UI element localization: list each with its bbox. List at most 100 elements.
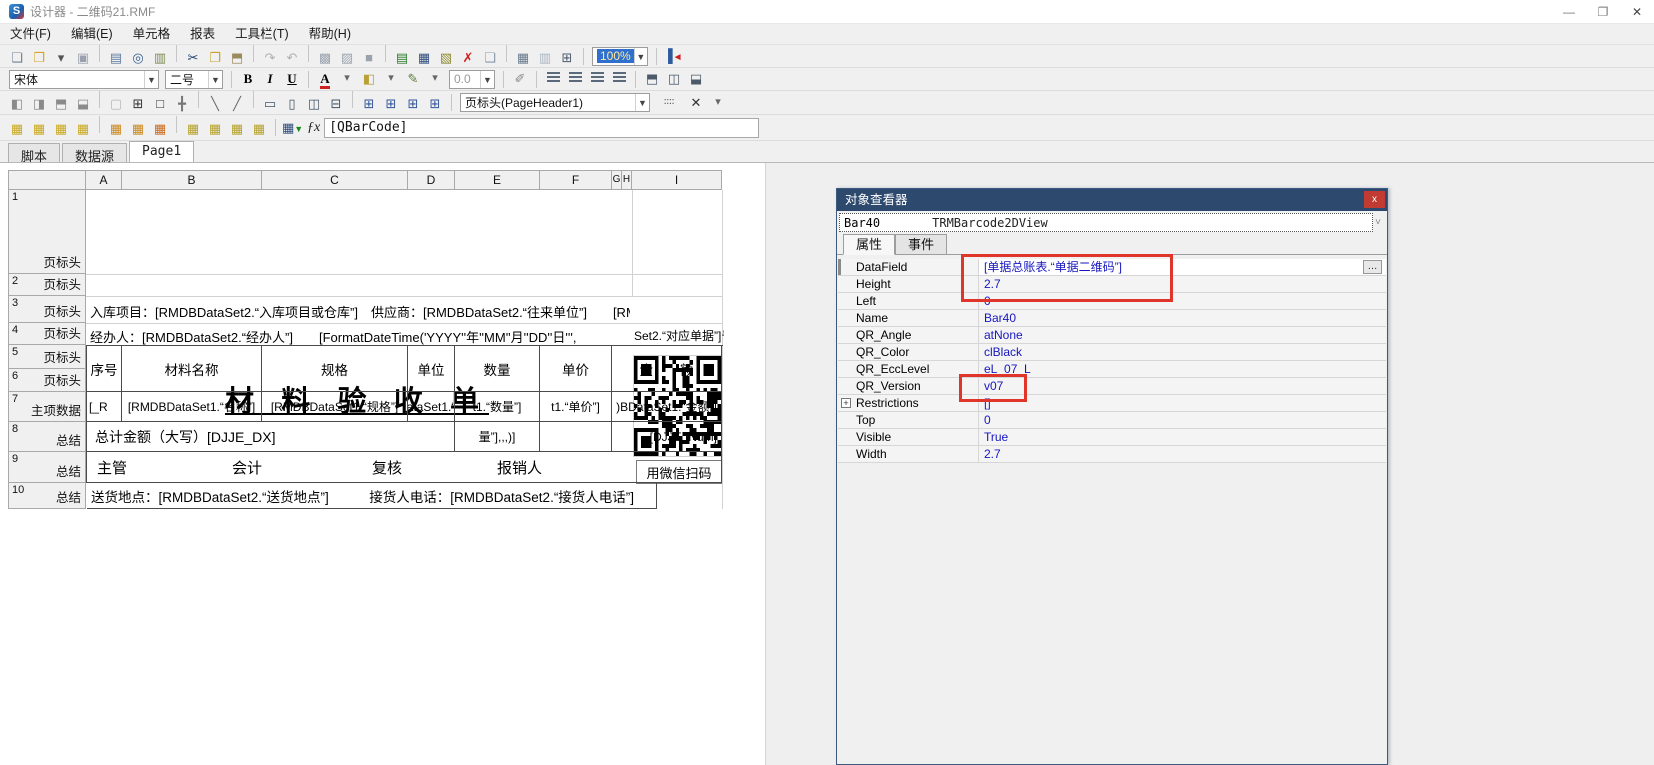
save-icon[interactable]: ▣ [73,48,93,68]
menu-item[interactable]: 编辑(E) [61,24,123,45]
border-right-icon[interactable]: ◨ [29,94,49,114]
signature-row[interactable]: 主管 会计 复核 报销人 [87,452,722,483]
band-append-icon[interactable]: ▦ [249,119,269,139]
data-cell[interactable]: t1.“单价”] [540,392,612,422]
sign-label[interactable]: 会计 [232,457,262,478]
maximize-button[interactable]: ❐ [1586,1,1620,23]
expand-icon[interactable]: + [841,398,851,408]
property-row[interactable]: +Restrictions []… [838,395,1386,412]
band-row-1[interactable]: 1页标头 [8,190,86,274]
line-color-dropdown-icon[interactable]: ▾ [425,69,445,89]
data-cell[interactable]: [_R [87,392,122,422]
fill-color-icon[interactable]: ◧ [359,69,379,89]
header-cell-amount[interactable]: 金 额 [612,346,722,392]
delete-cell-icon[interactable]: ▦ [150,119,170,139]
align-justify-icon[interactable] [609,69,629,89]
sign-label[interactable]: 复核 [372,457,402,478]
border-none-icon[interactable]: ▢ [106,94,126,114]
open-dropdown-icon[interactable]: ▾ [51,48,71,68]
border-all-icon[interactable]: ⊞ [128,94,148,114]
grid-corner[interactable] [8,170,86,190]
border-bottom-icon[interactable]: ⬓ [73,94,93,114]
column-header-h[interactable]: H [622,170,632,190]
chevron-down-icon[interactable]: ˅ [1371,213,1385,232]
line-color-icon[interactable]: ✎ [403,69,423,89]
border-inner-icon[interactable]: ╋ [172,94,192,114]
property-row[interactable]: +QR_Angle atNone… [838,327,1386,344]
split-horizontal-icon[interactable]: ◫ [304,94,324,114]
border-outer-icon[interactable]: □ [150,94,170,114]
delivery-row[interactable]: 送货地点：[RMDBDataSet2.“送货地点”] 接货人电话：[RMDBDa… [87,483,657,509]
italic-button[interactable]: I [260,69,280,89]
add-column-icon[interactable]: ⊞ [403,94,423,114]
insert-cell-left-icon[interactable]: ⊞ [359,94,379,114]
more-options-icon[interactable]: ▾ [708,93,728,113]
sign-label[interactable]: 报销人 [497,457,542,478]
open-icon[interactable]: ❐ [29,48,49,68]
data-cell[interactable]: ataSet1.“ [408,392,455,422]
align-right-icon[interactable] [587,69,607,89]
send-backward-icon[interactable]: ▩ [315,48,335,68]
merge-horizontal-icon[interactable]: ▭ [260,94,280,114]
summary-cell-total-caps[interactable]: 总计金额（大写）[DJJE_DX] [87,422,455,452]
minimize-button[interactable]: — [1552,1,1586,23]
header-cell-qty[interactable]: 数量 [455,346,540,392]
report-row4-right-text[interactable]: Set2.“对应单据”]号 [634,327,724,344]
snap-grid-icon[interactable]: ▥ [535,48,555,68]
band-row-7[interactable]: 7主项数据 [8,392,86,422]
align-left-icon[interactable] [543,69,563,89]
print-preview-icon[interactable]: ◎ [128,48,148,68]
column-header-f[interactable]: F [540,170,612,190]
data-cell[interactable]: [RMDBDataSet1.“名称”] [122,392,262,422]
delete-band-button[interactable]: ✕ [686,93,706,113]
tab-properties[interactable]: 属性 [843,234,895,255]
font-size-select[interactable]: 二号 ▼ [165,70,223,89]
paste-icon[interactable]: ⬒ [227,48,247,68]
insert-table-icon[interactable]: ▦ [414,48,434,68]
insert-row-below-icon[interactable]: ▦ [29,119,49,139]
spacing-select[interactable]: 0.0 ▼ [449,70,495,89]
show-grid-icon[interactable]: ▦ [513,48,533,68]
property-row[interactable]: +Visible True… [838,429,1386,446]
menu-item[interactable]: 帮助(H) [299,24,361,45]
property-row[interactable]: +Top 0… [838,412,1386,429]
ellipsis-button[interactable]: … [1363,260,1382,274]
report-row3-text[interactable]: 入库项目：[RMDBDataSet2.“入库项目或仓库”] 供应商：[RMDBD… [90,302,630,321]
header-cell-unit[interactable]: 单位 [408,346,455,392]
font-color-dropdown-icon[interactable]: ▾ [337,69,357,89]
report-row4-text[interactable]: 经办人：[RMDBDataSet2.“经办人”] [FormatDateTime… [90,327,630,346]
header-cell-spec[interactable]: 规格 [262,346,408,392]
undo-icon[interactable]: ↶ [282,48,302,68]
band-row-2[interactable]: 2页标头 [8,274,86,296]
blank-page-icon[interactable]: ❏ [480,48,500,68]
inspector-title-bar[interactable]: 对象查看器 [837,189,1387,211]
delete-col-icon[interactable]: ▦ [128,119,148,139]
property-row[interactable]: +Name Bar40… [838,310,1386,327]
insert-row-above-icon[interactable]: ▦ [7,119,27,139]
apply-formula-icon[interactable]: ▦▼ [282,118,302,138]
border-top-icon[interactable]: ⬒ [51,94,71,114]
band-new-icon[interactable]: ▦ [183,119,203,139]
print-icon[interactable]: ▤ [106,48,126,68]
valign-bottom-icon[interactable]: ⬓ [686,69,706,89]
copy-icon[interactable]: ❐ [205,48,225,68]
band-row-8[interactable]: 8总结 [8,422,86,452]
summary-cell-empty[interactable] [540,422,612,452]
insert-col-left-icon[interactable]: ▦ [51,119,71,139]
header-cell-xuhao[interactable]: 序号 [87,346,122,392]
formula-input[interactable] [324,118,759,138]
menu-item[interactable]: 报表 [180,24,225,45]
line-style-button[interactable]: ∶∶∶∶ [654,93,684,113]
export-icon[interactable]: ▥ [150,48,170,68]
redo-icon[interactable]: ↷ [260,48,280,68]
menu-item[interactable]: 文件(F) [0,24,61,45]
inspector-close-button[interactable]: x [1364,191,1385,208]
bring-forward-icon[interactable]: ▨ [337,48,357,68]
new-icon[interactable]: ❏ [7,48,27,68]
object-selector[interactable]: Bar40 TRMBarcode2DView [839,213,1373,232]
data-cell[interactable]: [RMDBDataSet1.“规格”] [262,392,408,422]
tab-script[interactable]: 脚本 [8,143,60,162]
column-header-c[interactable]: C [262,170,408,190]
band-selector[interactable]: 页标头(PageHeader1) ▼ [460,93,650,112]
band-row-10[interactable]: 10总结 [8,483,86,509]
